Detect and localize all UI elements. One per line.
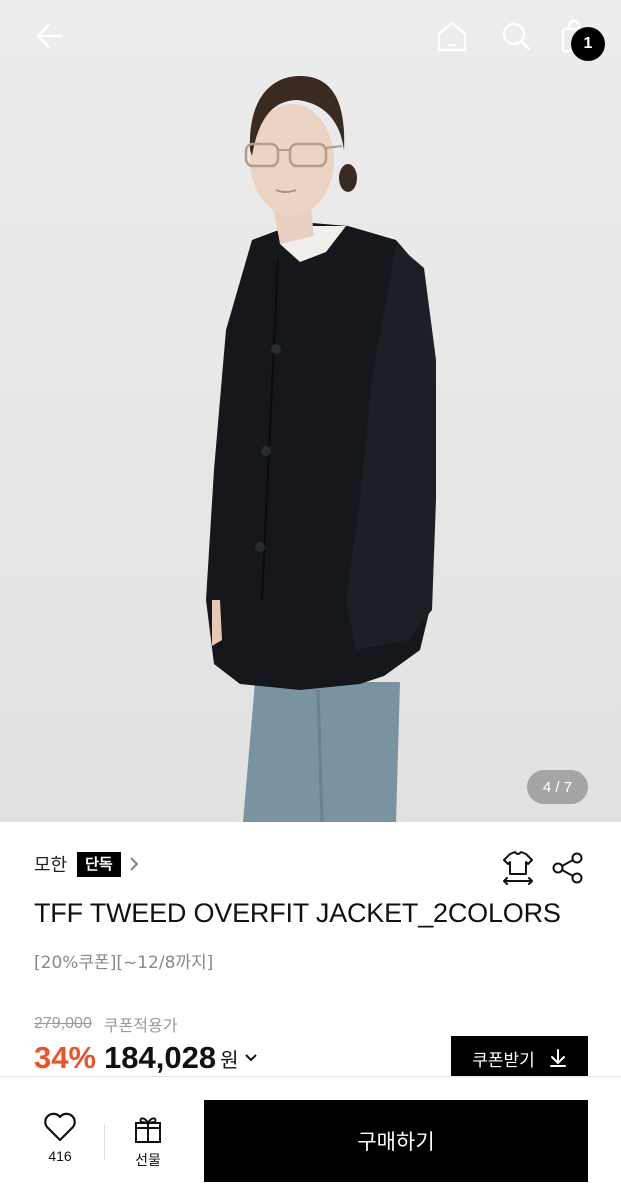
back-button[interactable] <box>22 14 78 58</box>
chevron-right-icon <box>127 854 141 874</box>
gift-icon <box>135 1117 161 1143</box>
home-button[interactable] <box>430 14 474 58</box>
brand-name: 모한 <box>34 855 68 876</box>
gift-button[interactable]: 선물 <box>110 1112 186 1174</box>
gallery-page-counter: 4 / 7 <box>527 770 588 804</box>
top-navigation-bar: 1 <box>0 0 621 80</box>
chevron-down-icon <box>243 1050 259 1066</box>
coupon-price-label: 쿠폰적용가 <box>103 1016 178 1035</box>
home-icon <box>437 21 467 52</box>
exclusive-badge: 단독 <box>77 851 121 877</box>
product-promo-subtitle: [20%쿠폰][~12/8까지] <box>34 953 214 973</box>
product-title: TFF TWEED OVERFIT JACKET_2COLORS <box>34 898 561 928</box>
product-photo <box>206 76 436 822</box>
share-icon <box>552 852 583 884</box>
brand-link[interactable]: 모한 단독 <box>34 848 141 880</box>
bottom-divider <box>104 1124 105 1160</box>
like-button[interactable]: 416 <box>20 1112 100 1174</box>
sale-price-row[interactable]: 34% 184,028 원 <box>34 1040 259 1076</box>
size-guide-button[interactable] <box>498 848 538 888</box>
arrow-left-icon <box>36 23 64 49</box>
product-image-gallery[interactable]: 1 4 / 7 <box>0 0 621 822</box>
download-icon <box>549 1049 566 1067</box>
like-count: 416 <box>48 1148 72 1164</box>
get-coupon-label: 쿠폰받기 <box>472 1050 535 1070</box>
sale-price: 184,028 <box>104 1040 217 1075</box>
original-price: 279,000 <box>34 1015 92 1032</box>
cart-count-badge: 1 <box>571 27 605 61</box>
search-button[interactable] <box>494 14 538 58</box>
tshirt-size-icon <box>503 851 533 885</box>
discount-rate: 34% <box>34 1040 97 1075</box>
gift-label: 선물 <box>135 1153 161 1169</box>
share-button[interactable] <box>548 848 588 888</box>
buy-label: 구매하기 <box>357 1131 435 1154</box>
currency-unit: 원 <box>220 1047 239 1072</box>
get-coupon-button[interactable]: 쿠폰받기 <box>451 1036 588 1080</box>
buy-button[interactable]: 구매하기 <box>204 1100 588 1182</box>
original-price-row: 279,000 쿠폰적용가 <box>34 1012 177 1036</box>
heart-icon <box>44 1112 76 1142</box>
search-icon <box>502 22 531 51</box>
